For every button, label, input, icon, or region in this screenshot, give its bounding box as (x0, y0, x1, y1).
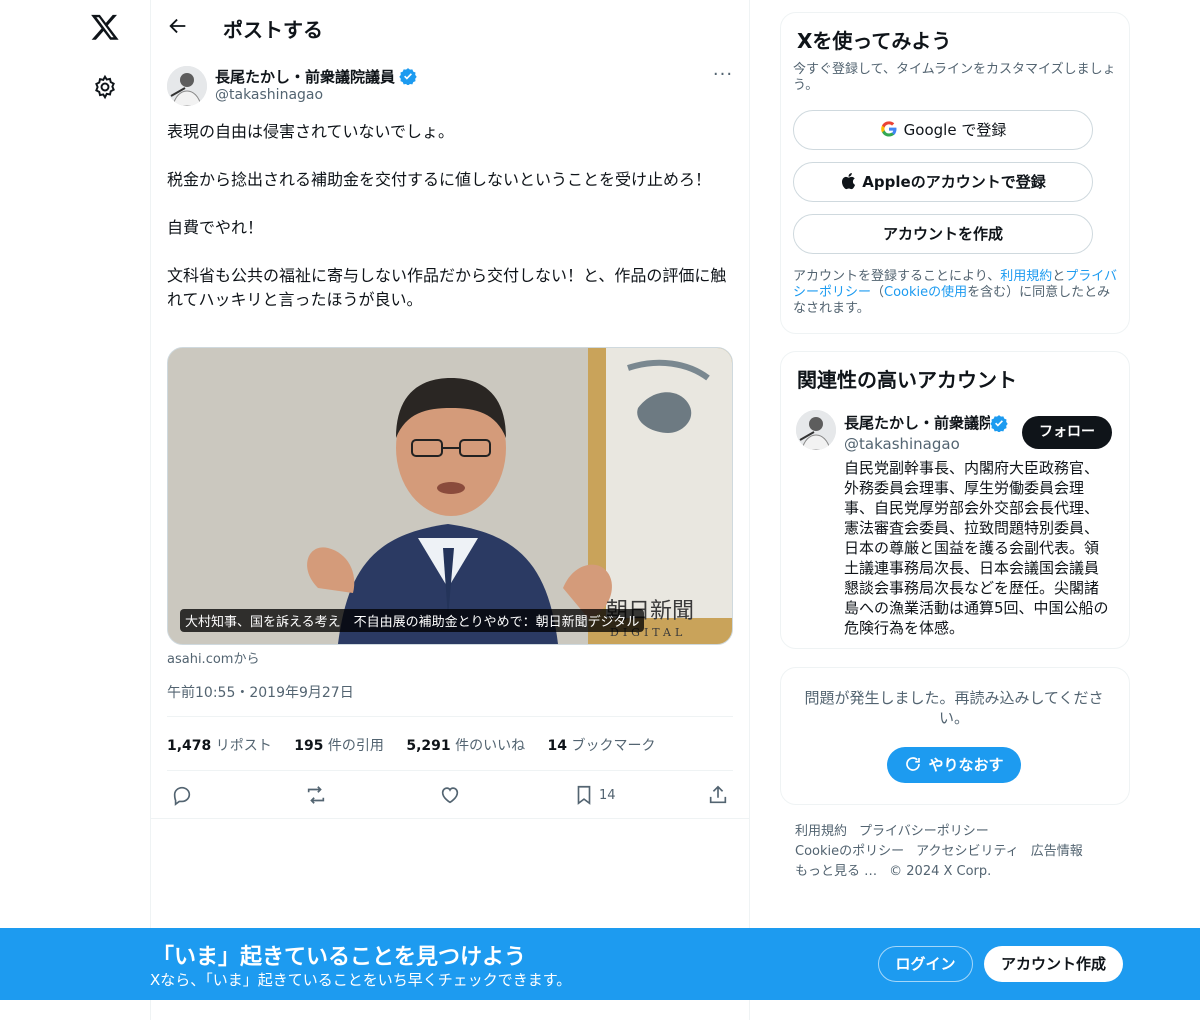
reposts-count: 1,478 (167, 738, 212, 754)
quotes-count: 195 (294, 738, 324, 754)
banner-subtitle: Xなら、「いま」起きていることをいち早くチェックできます。 (150, 971, 572, 989)
page-title: ポストする (223, 18, 323, 42)
related-account-bio: 自民党副幹事長、内閣府大臣政務官、外務委員会理事、厚生労働委員会理事、自民党厚労… (844, 459, 1109, 637)
footer-link[interactable]: プライバシーポリシー (859, 824, 989, 839)
post-paragraph: 税金から捻出される補助金を交付するに値しないということを受け止めろ！ (167, 170, 712, 189)
apple-signup-button[interactable]: Appleのアカウントで登録 (793, 162, 1093, 202)
legal-text: アカウントを登録することにより、 (793, 269, 1001, 284)
main-column: ポストする 長尾たかし・前衆議院議員 @takashinagao ··· 表現の… (150, 0, 750, 1020)
left-nav (0, 0, 150, 1020)
link-card-title: 大村知事、国を訴える考え 不自由展の補助金とりやめで：朝日新聞デジタル (180, 609, 645, 632)
post-stats: 1,478 リポスト 195 件の引用 5,291 件のいいね 14 ブックマー… (167, 735, 673, 755)
reply-icon[interactable] (171, 784, 193, 806)
post-paragraph: 文科省も公共の福祉に寄与しない作品だから交付しない！と、作品の評価に触れてハッキ… (167, 266, 727, 309)
author-handle[interactable]: @takashinagao (215, 87, 323, 103)
google-signup-button[interactable]: Google で登録 (793, 110, 1093, 150)
reposts-label: リポスト (215, 738, 272, 754)
related-title: 関連性の高いアカウント (797, 368, 1017, 392)
author-name-text: 長尾たかし・前衆議院議員 (215, 68, 396, 86)
footer-link[interactable]: 利用規約 (795, 824, 847, 839)
retry-label: やりなおす (928, 756, 1004, 774)
signup-button[interactable]: アカウント作成 (984, 946, 1123, 982)
likes-stat[interactable]: 5,291 件のいいね (406, 738, 525, 754)
footer-link[interactable]: もっと見る … (795, 864, 877, 879)
login-banner: 「いま」起きていることを見つけよう Xなら、「いま」起きていることをいち早くチェ… (0, 928, 1200, 1000)
signup-title: Xを使ってみよう (797, 29, 952, 53)
related-account-handle[interactable]: @takashinagao (844, 435, 960, 453)
bookmarks-count: 14 (547, 738, 568, 754)
quotes-stat[interactable]: 195 件の引用 (294, 738, 384, 754)
terms-link[interactable]: 利用規約 (1000, 269, 1052, 284)
verified-badge-icon (990, 414, 1008, 433)
divider (167, 770, 733, 771)
avatar[interactable] (796, 410, 836, 450)
post-paragraph: 自費でやれ！ (167, 218, 264, 237)
related-account-name[interactable]: 長尾たかし・前衆議院議員 (844, 412, 990, 433)
signup-legal: アカウントを登録することにより、利用規約とプライバシーポリシー（Cookieの使… (793, 269, 1119, 317)
post-actions: 14 (167, 780, 733, 812)
x-logo-icon[interactable] (90, 12, 120, 42)
google-signup-label: Google で登録 (903, 121, 1007, 139)
verified-badge-icon (399, 67, 417, 86)
google-icon (880, 114, 898, 152)
bookmark-icon[interactable] (573, 784, 595, 806)
likes-label: 件のいいね (455, 738, 526, 754)
create-account-button[interactable]: アカウントを作成 (793, 214, 1093, 254)
divider (167, 716, 733, 717)
copyright: © 2024 X Corp. (889, 864, 992, 879)
cookie-link[interactable]: Cookieの使用 (884, 285, 967, 300)
likes-count: 5,291 (406, 738, 451, 754)
apple-signup-label: Appleのアカウントで登録 (862, 173, 1046, 191)
gear-icon[interactable] (92, 74, 118, 100)
post-text: 表現の自由は侵害されていないでしょ。 税金から捻出される補助金を交付するに値しな… (167, 120, 733, 336)
share-icon[interactable] (707, 784, 729, 806)
banner-title: 「いま」起きていることを見つけよう (152, 945, 527, 970)
more-options-icon[interactable]: ··· (711, 64, 735, 86)
follow-button[interactable]: フォロー (1022, 416, 1112, 449)
legal-text: と (1052, 269, 1066, 284)
quotes-label: 件の引用 (327, 738, 384, 754)
signup-card: Xを使ってみよう 今すぐ登録して、タイムラインをカスタマイズしましょう。 Goo… (780, 12, 1130, 334)
bookmark-count: 14 (599, 788, 616, 803)
error-message: 問題が発生しました。再読み込みしてください。 (804, 689, 1104, 727)
top-bar: ポストする (151, 0, 749, 56)
link-card-image[interactable]: 朝日新聞 DIGITAL 大村知事、国を訴える考え 不自由展の補助金とりやめで：… (167, 347, 733, 645)
signup-subtitle: 今すぐ登録して、タイムラインをカスタマイズしましょう。 (793, 62, 1116, 93)
repost-icon[interactable] (305, 784, 327, 806)
bookmarks-label: ブックマーク (571, 738, 656, 754)
link-source[interactable]: asahi.comから (167, 648, 259, 667)
author-name[interactable]: 長尾たかし・前衆議院議員 (215, 66, 417, 87)
apple-icon (840, 166, 856, 204)
footer-links: 利用規約 プライバシーポリシー Cookieのポリシー アクセシビリティ 広告情報 も… (795, 822, 1125, 882)
divider (151, 818, 749, 819)
retry-button[interactable]: やりなおす (887, 747, 1021, 783)
avatar[interactable] (167, 66, 207, 106)
refresh-icon (904, 750, 922, 786)
legal-text: （ (871, 285, 885, 300)
post-paragraph: 表現の自由は侵害されていないでしょ。 (167, 122, 455, 141)
post-timestamp[interactable]: 午前10:55・2019年9月27日 (167, 682, 354, 702)
bookmarks-stat: 14 ブックマーク (548, 738, 656, 754)
arrow-left-icon[interactable] (167, 15, 189, 37)
footer-link[interactable]: 広告情報 (1031, 844, 1083, 859)
login-button[interactable]: ログイン (878, 946, 973, 982)
footer-link[interactable]: Cookieのポリシー (795, 844, 904, 859)
reposts-stat[interactable]: 1,478 リポスト (167, 738, 272, 754)
like-icon[interactable] (439, 784, 461, 806)
footer-link[interactable]: アクセシビリティ (916, 844, 1019, 859)
news-photo: 朝日新聞 DIGITAL (168, 348, 732, 644)
